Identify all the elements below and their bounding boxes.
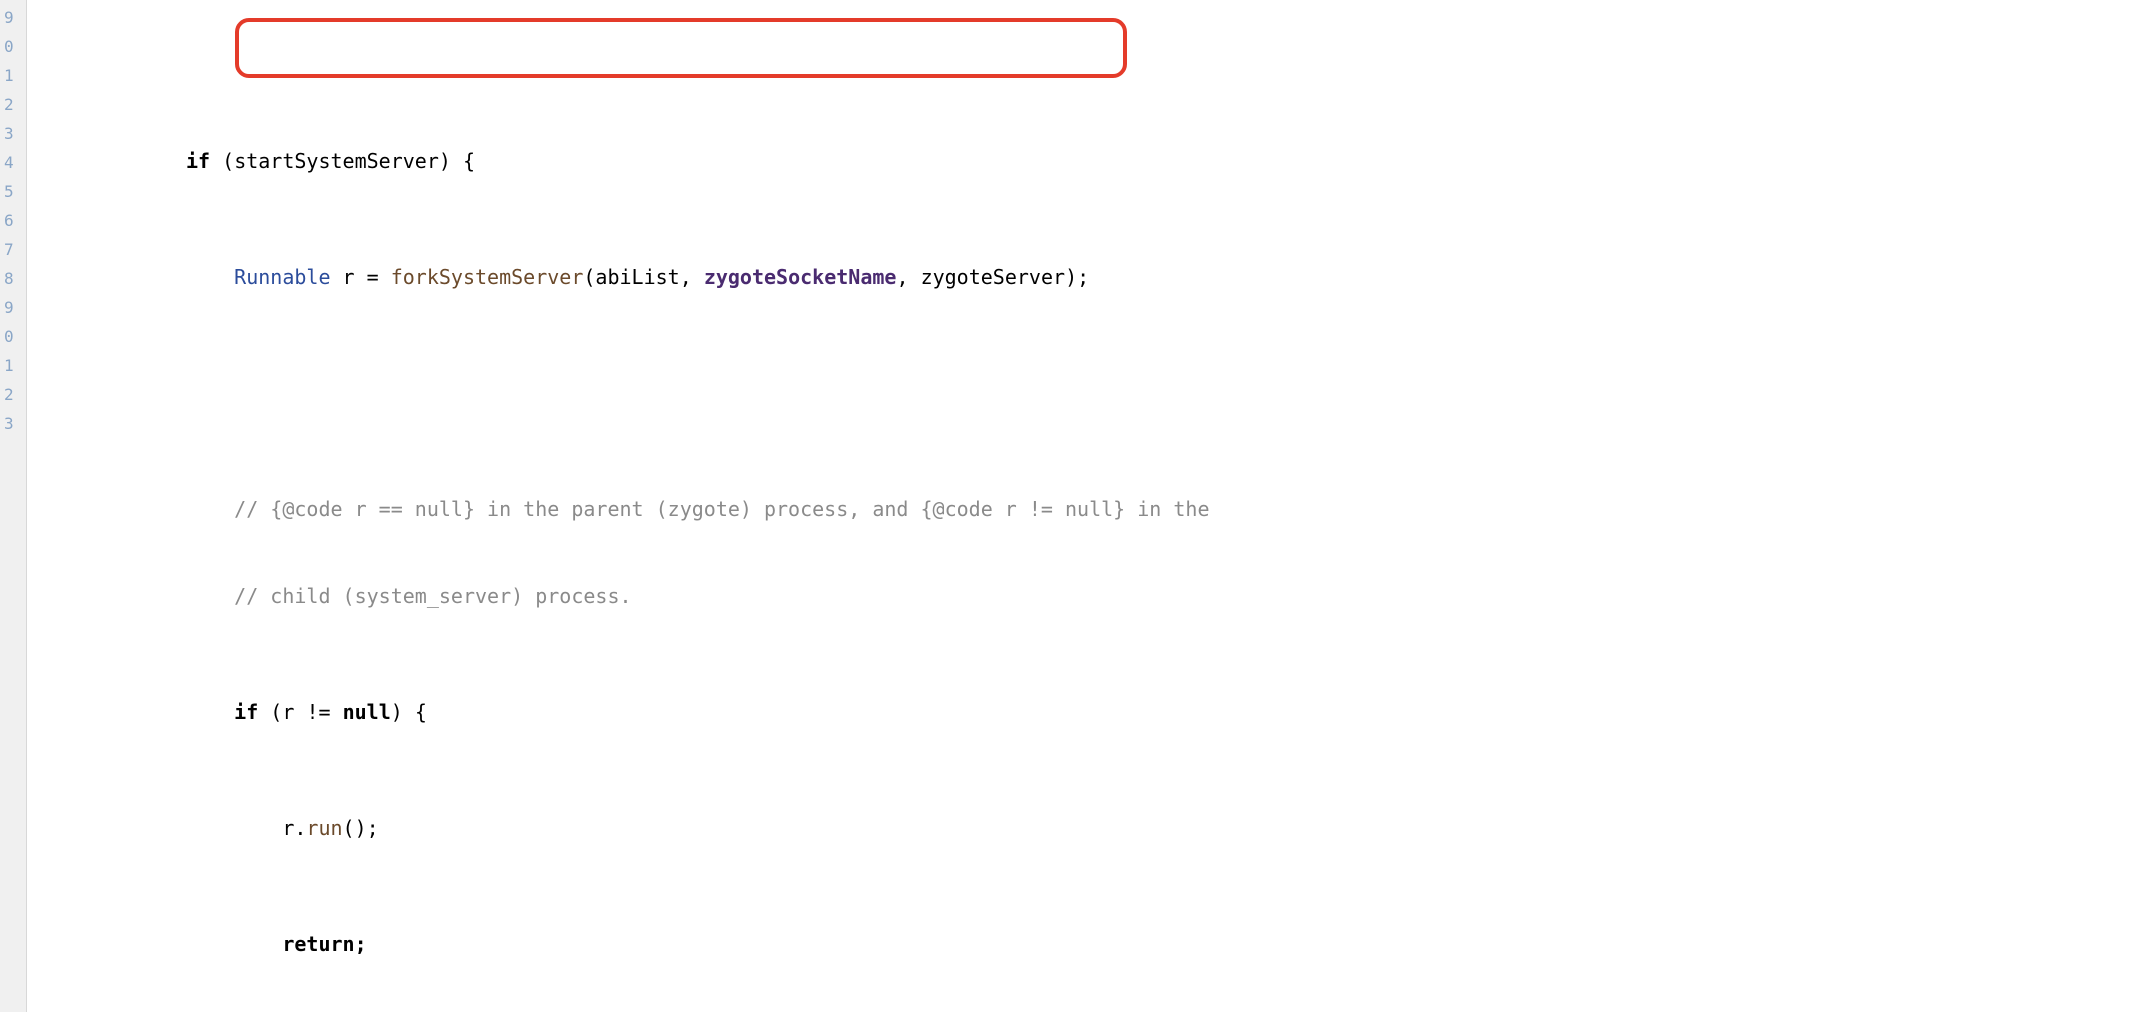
code-editor: 901234567890123 if (startSystemServer) {… — [0, 0, 2152, 1012]
gutter-line: 8 — [0, 261, 26, 290]
gutter-line-number: 0 — [4, 325, 14, 348]
gutter-line: 3 — [0, 116, 26, 145]
paren: ( — [583, 265, 595, 289]
gutter-line: 7 — [0, 232, 26, 261]
gutter-line-number: 4 — [4, 151, 14, 174]
arg: zygoteSocketName — [704, 265, 897, 289]
gutter-line: 0 — [0, 29, 26, 58]
code-line-blank — [186, 379, 2152, 408]
gutter-line-number: 3 — [4, 412, 14, 435]
gutter-line: 9 — [0, 290, 26, 319]
gutter-line: 5 — [0, 174, 26, 203]
gutter-line-number: 7 — [4, 238, 14, 261]
code-comment: // child (system_server) process. — [186, 582, 2152, 611]
gutter-line: 2 — [0, 377, 26, 406]
comma: , — [896, 265, 920, 289]
operator: != — [306, 700, 342, 724]
keyword-if: if — [234, 700, 258, 724]
paren: ); — [1065, 265, 1089, 289]
dot: . — [294, 816, 306, 840]
arg: abiList — [595, 265, 679, 289]
gutter-line: 6 — [0, 203, 26, 232]
gutter-line-number: 5 — [4, 180, 14, 203]
identifier: r — [282, 700, 306, 724]
type-name: Runnable — [234, 265, 330, 289]
gutter-line: 4 — [0, 145, 26, 174]
gutter-line-number: 2 — [4, 93, 14, 116]
operator: = — [367, 265, 391, 289]
identifier: r — [282, 816, 294, 840]
arg: zygoteServer — [921, 265, 1066, 289]
highlight-rectangle — [235, 18, 1127, 78]
code-line: r.run(); — [186, 814, 2152, 843]
paren: ) — [439, 149, 451, 173]
gutter-line-number: 1 — [4, 354, 14, 377]
code-line: Runnable r = forkSystemServer(abiList, z… — [186, 263, 2152, 292]
gutter-line-number: 1 — [4, 64, 14, 87]
gutter-line-number: 6 — [4, 209, 14, 232]
keyword-return: return; — [282, 932, 366, 956]
brace: ) { — [391, 700, 427, 724]
code-area: if (startSystemServer) { Runnable r = fo… — [26, 0, 2152, 1012]
gutter-line-number: 8 — [4, 267, 14, 290]
paren: ( — [258, 700, 282, 724]
gutter-line-number: 9 — [4, 296, 14, 319]
paren: (); — [343, 816, 379, 840]
gutter-line: 1 — [0, 58, 26, 87]
brace: { — [451, 149, 475, 173]
gutter: 9 0 1 2 3 4 5 6 7 8 9 0 1 2 3 — [0, 0, 26, 1012]
punct — [210, 149, 222, 173]
keyword-null: null — [343, 700, 391, 724]
gutter-line: 9 — [0, 0, 26, 29]
paren: ( — [222, 149, 234, 173]
gutter-line: 2 — [0, 87, 26, 116]
keyword-if: if — [186, 149, 210, 173]
gutter-line: 0 — [0, 319, 26, 348]
identifier: startSystemServer — [234, 149, 439, 173]
comma: , — [680, 265, 704, 289]
function-call: run — [306, 816, 342, 840]
gutter-line-number: 9 — [4, 6, 14, 29]
function-call: forkSystemServer — [391, 265, 584, 289]
code-line: if (r != null) { — [186, 698, 2152, 727]
gutter-line: 1 — [0, 348, 26, 377]
gutter-line-number: 0 — [4, 35, 14, 58]
code-comment: // {@code r == null} in the parent (zygo… — [186, 495, 2152, 524]
gutter-line: 3 — [0, 406, 26, 435]
gutter-line-number: 2 — [4, 383, 14, 406]
code-line: return; — [186, 930, 2152, 959]
code-line: if (startSystemServer) { — [186, 147, 2152, 176]
identifier: r — [331, 265, 367, 289]
gutter-line-number: 3 — [4, 122, 14, 145]
